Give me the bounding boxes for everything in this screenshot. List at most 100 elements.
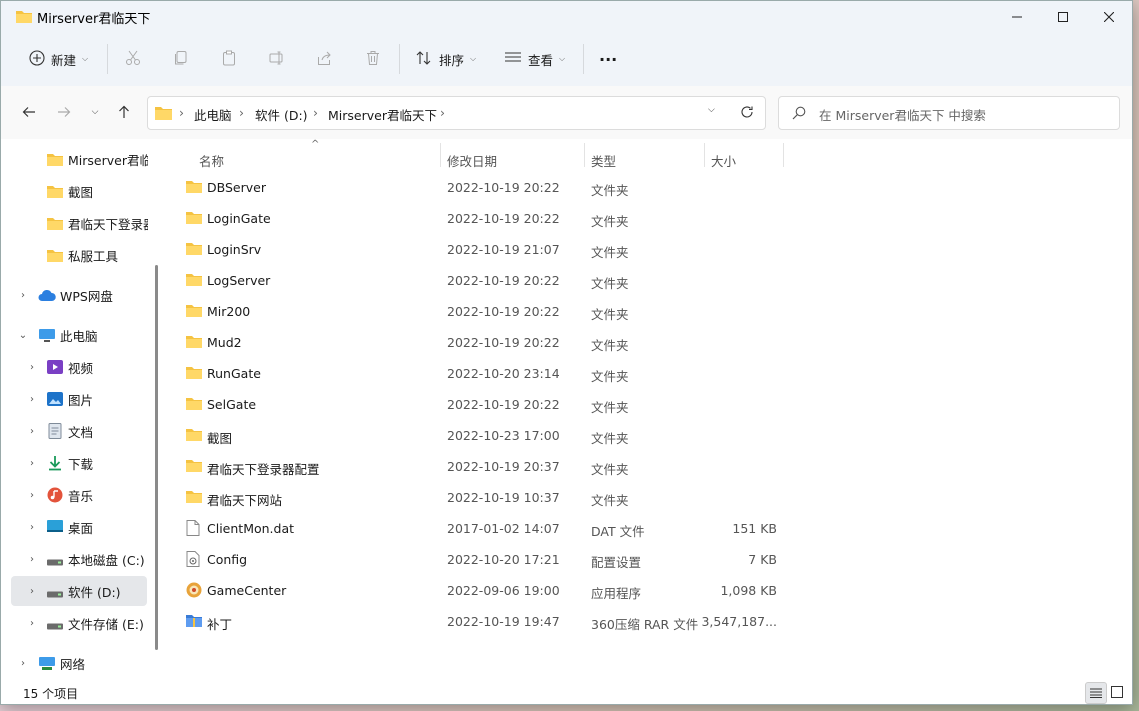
- up-button[interactable]: [114, 102, 134, 122]
- table-row[interactable]: 君临天下网站 2022-10-19 10:37 文件夹: [179, 482, 789, 513]
- table-row[interactable]: LogServer 2022-10-19 20:22 文件夹: [179, 265, 789, 296]
- breadcrumb-this-pc[interactable]: 此电脑: [194, 105, 232, 124]
- app-icon: [186, 582, 202, 601]
- share-button[interactable]: [317, 42, 333, 76]
- chevron-right-icon[interactable]: ›: [27, 490, 37, 501]
- file-type: 配置设置: [591, 555, 642, 570]
- scissors-icon: [125, 50, 141, 69]
- minimize-button[interactable]: [994, 1, 1040, 32]
- table-row[interactable]: GameCenter 2022-09-06 19:00 应用程序 1,098 KB: [179, 575, 789, 606]
- table-row[interactable]: ClientMon.dat 2017-01-02 14:07 DAT 文件 151 K…: [179, 513, 789, 544]
- more-options-button[interactable]: ···: [599, 42, 617, 76]
- chevron-right-icon[interactable]: ›: [27, 554, 37, 565]
- sidebar-item-label: 君临天下登录器配置: [68, 216, 148, 232]
- chevron-right-icon[interactable]: ›: [27, 394, 37, 405]
- address-box[interactable]: › 此电脑 › 软件 (D:) › Mirserver君临天下 › ⌵: [147, 96, 766, 130]
- sidebar-item-launcher-config[interactable]: 君临天下登录器配置: [1, 208, 148, 238]
- rename-button[interactable]: [269, 42, 285, 76]
- sidebar-item-network[interactable]: › 网络: [1, 648, 147, 678]
- column-header-size[interactable]: 大小: [711, 145, 736, 175]
- folder-icon: [186, 458, 202, 475]
- table-row[interactable]: Mud2 2022-10-19 20:22 文件夹: [179, 327, 789, 358]
- table-row[interactable]: Config 2022-10-20 17:21 配置设置 7 KB: [179, 544, 789, 575]
- chevron-right-icon[interactable]: ›: [27, 522, 37, 533]
- close-button[interactable]: [1086, 1, 1132, 32]
- folder-icon: [186, 396, 202, 413]
- sidebar-item-mirserver[interactable]: Mirserver君临天下: [1, 144, 148, 174]
- sidebar-item-documents[interactable]: › 文档: [1, 416, 147, 446]
- file-list: ^ 名称 修改日期 类型 大小 DBServer 2022-10-19 20:22…: [164, 139, 1132, 682]
- sidebar-scrollbar[interactable]: [155, 265, 158, 650]
- sidebar-item-screenshots[interactable]: 截图: [1, 176, 147, 206]
- sidebar-item-desktop[interactable]: › 桌面: [1, 512, 147, 542]
- column-header-type[interactable]: 类型: [591, 145, 616, 175]
- search-input[interactable]: 在 Mirserver君临天下 中搜索: [819, 105, 986, 124]
- refresh-icon[interactable]: [740, 105, 754, 122]
- file-type: 文件夹: [591, 462, 629, 477]
- maximize-button[interactable]: [1040, 1, 1086, 32]
- sidebar-item-this-pc[interactable]: ⌄ 此电脑: [1, 320, 147, 350]
- file-type: 应用程序: [591, 586, 642, 601]
- search-box[interactable]: 在 Mirserver君临天下 中搜索: [778, 96, 1120, 130]
- file-icon: [186, 520, 200, 539]
- file-name: LoginSrv: [207, 242, 262, 257]
- sidebar-item-pictures[interactable]: › 图片: [1, 384, 147, 414]
- paste-button[interactable]: [221, 42, 237, 76]
- large-icons-view-button[interactable]: [1107, 682, 1127, 702]
- clipboard-icon: [221, 50, 237, 69]
- breadcrumb-current-folder[interactable]: Mirserver君临天下: [328, 105, 437, 124]
- sidebar-item-drive-d[interactable]: › 软件 (D:): [11, 576, 147, 606]
- status-bar: 15 个项目: [1, 682, 1132, 704]
- copy-button[interactable]: [173, 42, 189, 76]
- view-button[interactable]: 查看 ⌵: [504, 42, 565, 76]
- chevron-right-icon[interactable]: ›: [18, 290, 28, 301]
- table-row[interactable]: 君临天下登录器配置 2022-10-19 20:37 文件夹: [179, 451, 789, 482]
- file-type: 文件夹: [591, 245, 629, 260]
- folder-icon: [155, 105, 172, 123]
- chevron-right-icon[interactable]: ›: [27, 362, 37, 373]
- cut-button[interactable]: [125, 42, 141, 76]
- table-row[interactable]: Mir200 2022-10-19 20:22 文件夹: [179, 296, 789, 327]
- chevron-right-icon[interactable]: ›: [27, 618, 37, 629]
- table-row[interactable]: SelGate 2022-10-19 20:22 文件夹: [179, 389, 789, 420]
- file-name: DBServer: [207, 180, 266, 195]
- sidebar-item-downloads[interactable]: › 下载: [1, 448, 147, 478]
- new-button[interactable]: 新建 ⌵: [29, 42, 88, 76]
- chevron-right-icon[interactable]: ›: [18, 658, 28, 669]
- table-row[interactable]: 截图 2022-10-23 17:00 文件夹: [179, 420, 789, 451]
- chevron-down-icon: ⌵: [91, 107, 99, 117]
- table-row[interactable]: RunGate 2022-10-20 23:14 文件夹: [179, 358, 789, 389]
- folder-icon: [186, 334, 202, 351]
- forward-button[interactable]: [54, 102, 74, 122]
- file-size: 151 KB: [732, 521, 777, 536]
- sidebar-item-drive-e[interactable]: › 文件存储 (E:): [1, 608, 147, 638]
- table-row[interactable]: LoginSrv 2022-10-19 21:07 文件夹: [179, 234, 789, 265]
- table-row[interactable]: LoginGate 2022-10-19 20:22 文件夹: [179, 203, 789, 234]
- download-icon: [48, 455, 62, 474]
- details-view-button[interactable]: [1085, 682, 1107, 704]
- file-date: 2022-10-19 20:37: [447, 459, 560, 474]
- table-row[interactable]: DBServer 2022-10-19 20:22 文件夹: [179, 172, 789, 203]
- sidebar-item-music[interactable]: › 音乐: [1, 480, 147, 510]
- address-history-button[interactable]: ⌵: [708, 105, 715, 115]
- table-row[interactable]: 补丁 2022-10-19 19:47 360压缩 RAR 文件 3,547,187.…: [179, 606, 789, 637]
- back-button[interactable]: [19, 102, 39, 122]
- delete-button[interactable]: [365, 42, 381, 76]
- file-name: 君临天下登录器配置: [207, 462, 320, 477]
- sidebar-item-label: 文件存储 (E:): [68, 616, 144, 632]
- file-name: 补丁: [207, 617, 233, 632]
- sidebar-item-wps[interactable]: › WPS网盘: [1, 280, 147, 310]
- chevron-right-icon[interactable]: ›: [27, 458, 37, 469]
- sidebar-item-videos[interactable]: › 视频: [1, 352, 147, 382]
- chevron-right-icon[interactable]: ›: [27, 586, 37, 597]
- chevron-down-icon[interactable]: ⌄: [18, 330, 28, 341]
- chevron-right-icon[interactable]: ›: [27, 426, 37, 437]
- column-header-name[interactable]: 名称: [199, 145, 224, 175]
- recent-locations-button[interactable]: ⌵: [85, 102, 105, 122]
- sidebar-item-tools[interactable]: 私服工具: [1, 240, 147, 270]
- sidebar-item-drive-c[interactable]: › 本地磁盘 (C:): [1, 544, 147, 574]
- sort-button[interactable]: 排序 ⌵: [415, 42, 476, 76]
- file-type: 文件夹: [591, 183, 629, 198]
- breadcrumb-drive-d[interactable]: 软件 (D:): [255, 105, 308, 124]
- column-header-date[interactable]: 修改日期: [447, 145, 497, 175]
